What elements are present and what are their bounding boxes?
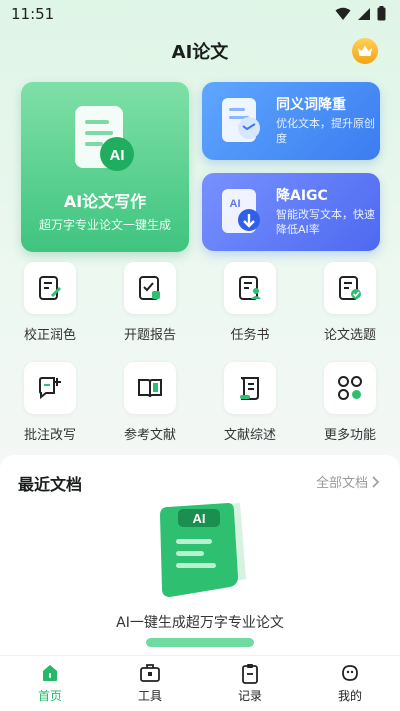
reduce-aigc-card[interactable]: AI 降AIGC 智能改写文本，快速降低AI率 (202, 173, 380, 251)
side-card-subtitle: 优化文本，提升原创度 (276, 117, 375, 145)
ai-paper-writing-card[interactable]: AI AI论文写作 超万字专业论文一键生成 (21, 82, 189, 252)
tool-label: 文献综述 (223, 428, 276, 443)
generate-button[interactable] (146, 638, 254, 647)
clipboard-icon (242, 663, 258, 684)
recent-documents-panel: 最近文档 全部文档 AI AI一键生成超万字专业论文 (0, 455, 400, 655)
home-icon (43, 665, 57, 681)
status-icons (335, 6, 386, 21)
battery-icon (377, 6, 386, 21)
tool-literature-review[interactable]: 文献综述 (210, 362, 290, 443)
nav-label: 首页 (37, 689, 62, 703)
grid-icon (338, 376, 362, 400)
illustration-text: AI (193, 511, 206, 526)
nav-label: 我的 (337, 689, 362, 703)
nav-tools[interactable]: 工具 (100, 656, 200, 711)
rewrite-doc-icon (222, 98, 260, 142)
report-icon (139, 276, 160, 300)
tool-label: 开题报告 (123, 328, 176, 343)
task-doc-icon (239, 276, 261, 300)
tool-label: 批注改写 (23, 428, 76, 443)
side-card-subtitle: 智能改写文本，快速降低AI率 (276, 208, 375, 236)
tool-opening-report[interactable]: 开题报告 (110, 262, 190, 343)
hero-icon-text: AI (110, 147, 125, 164)
synonym-rewrite-card[interactable]: 同义词降重 优化文本，提升原创度 (202, 82, 380, 160)
nav-label: 记录 (237, 689, 262, 703)
tool-label: 论文选题 (323, 328, 376, 343)
status-time: 11:51 (11, 5, 55, 23)
empty-state-text: AI一键生成超万字专业论文 (116, 615, 284, 631)
toolbox-icon (140, 664, 160, 682)
chevron-right-icon (372, 475, 380, 488)
side-icon-text: AI (230, 198, 241, 210)
wifi-icon (335, 7, 351, 20)
tool-label: 校正润色 (23, 328, 76, 343)
comment-add-icon (39, 377, 61, 400)
tool-label: 更多功能 (323, 428, 376, 443)
nav-records[interactable]: 记录 (200, 656, 300, 711)
crown-icon (358, 45, 372, 56)
signal-icon (358, 7, 370, 20)
status-bar: 11:51 (0, 0, 400, 28)
tool-label: 任务书 (230, 328, 270, 343)
bottom-nav: 首页 工具 记录 我的 (0, 655, 400, 711)
tool-task-book[interactable]: 任务书 (210, 262, 290, 343)
nav-label: 工具 (137, 689, 162, 703)
ai-download-doc-icon: AI (222, 189, 260, 233)
nav-home[interactable]: 首页 (0, 656, 100, 711)
empty-docs-illustration: AI (160, 503, 246, 597)
profile-icon (342, 665, 358, 681)
side-card-title: 同义词降重 (276, 97, 346, 113)
nav-profile[interactable]: 我的 (300, 656, 400, 711)
side-card-title: 降AIGC (276, 188, 328, 204)
all-documents-link[interactable]: 全部文档 (316, 472, 380, 491)
tool-label: 参考文献 (123, 428, 176, 443)
hero-title: AI论文写作 (63, 192, 147, 211)
tool-references[interactable]: 参考文献 (110, 362, 190, 443)
recent-documents-title: 最近文档 (18, 475, 83, 494)
book-icon (138, 379, 162, 398)
tool-topic-selection[interactable]: 论文选题 (310, 262, 390, 343)
vip-button[interactable] (352, 38, 378, 64)
scroll-icon (240, 377, 259, 400)
ai-document-icon: AI (75, 106, 134, 171)
hero-subtitle: 超万字专业论文一键生成 (38, 218, 171, 232)
edit-doc-icon (39, 276, 61, 300)
all-documents-label: 全部文档 (315, 476, 368, 491)
tool-more-features[interactable]: 更多功能 (310, 362, 390, 443)
tool-comment-rewrite[interactable]: 批注改写 (10, 362, 90, 443)
tool-proofread[interactable]: 校正润色 (10, 262, 90, 343)
topic-check-icon (339, 276, 361, 300)
page-title: AI论文 (171, 42, 229, 63)
